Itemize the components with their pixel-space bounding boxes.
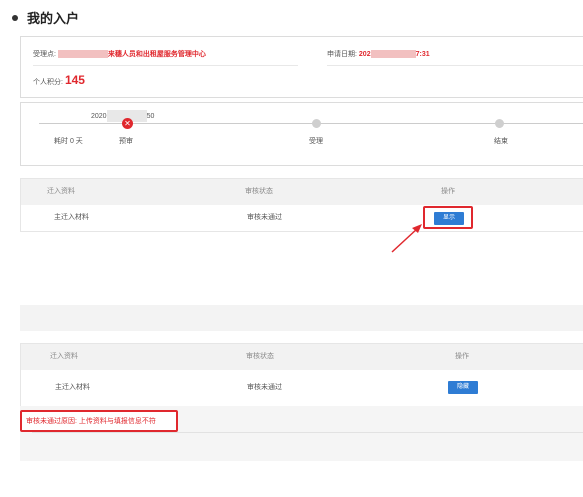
arrow-annotation-icon	[391, 224, 422, 253]
materials-table-expanded: 迁入资料 审核状态 操作 主迁入材料 审核未通过 隐藏	[20, 343, 583, 407]
step-label-pre-review: 预审	[119, 138, 133, 145]
step-dot-icon	[495, 119, 504, 128]
step-label-end: 结束	[494, 138, 508, 145]
review-status: 审核未通过	[247, 384, 282, 391]
column-header: 迁入资料	[50, 353, 78, 360]
apply-date-label: 申请日期:	[327, 51, 357, 58]
bullet-icon	[12, 14, 18, 21]
table-row: 主迁入材料 审核未通过 隐藏	[21, 370, 583, 406]
apply-date-value-end: 7:31	[415, 51, 430, 58]
masked-text	[370, 50, 416, 59]
step-dot-icon	[312, 119, 321, 128]
section-title: 我的入户	[12, 8, 79, 27]
hide-button[interactable]: 隐藏	[448, 381, 479, 394]
material-name: 主迁入材料	[55, 384, 90, 391]
accept-point-value: 来穗人员和出租屋服务管理中心	[107, 51, 206, 58]
column-header: 迁入资料	[47, 188, 75, 195]
progress-timeline: 2020 50 ✕ 耗时 0 天 预审 受理 结束	[20, 102, 583, 166]
timeline-date-end: 50	[146, 112, 155, 120]
apply-date-value-start: 202	[358, 51, 371, 58]
review-status: 审核未通过	[247, 214, 282, 221]
step-label-accept: 受理	[309, 138, 323, 145]
material-name: 主迁入材料	[54, 214, 89, 221]
masked-text	[57, 50, 108, 59]
show-button[interactable]: 显示	[434, 212, 465, 225]
column-header: 操作	[441, 188, 455, 195]
elapsed-time: 耗时 0 天	[54, 138, 83, 145]
score-label: 个人积分:	[33, 79, 63, 86]
reject-reason-text: 审核未通过原因: 上传资料与填报信息不符	[26, 418, 156, 425]
accept-point: 受理点: 来穗人员和出租屋服务管理中心	[33, 49, 206, 59]
table-header: 迁入资料 审核状态 操作	[21, 344, 583, 370]
column-header: 审核状态	[246, 353, 274, 360]
table-row: 主迁入材料 审核未通过 显示	[21, 205, 583, 231]
error-icon: ✕	[122, 118, 133, 129]
score-value: 145	[64, 73, 85, 87]
materials-table: 迁入资料 审核状态 操作 主迁入材料 审核未通过 显示	[20, 178, 583, 232]
page-title: 我的入户	[27, 11, 80, 26]
highlight-box: 审核未通过原因: 上传资料与填报信息不符	[20, 410, 178, 432]
column-header: 操作	[455, 353, 469, 360]
timeline-date-start: 2020	[91, 112, 107, 120]
personal-score: 个人积分: 145	[33, 73, 85, 87]
column-header: 审核状态	[245, 188, 273, 195]
divider-band	[20, 305, 583, 331]
accept-point-label: 受理点:	[33, 51, 56, 58]
apply-date: 申请日期: 202 7:31	[327, 49, 430, 59]
table-header: 迁入资料 审核状态 操作	[21, 179, 583, 205]
application-info-card: 受理点: 来穗人员和出租屋服务管理中心 申请日期: 202 7:31 个人积分: …	[20, 36, 583, 98]
